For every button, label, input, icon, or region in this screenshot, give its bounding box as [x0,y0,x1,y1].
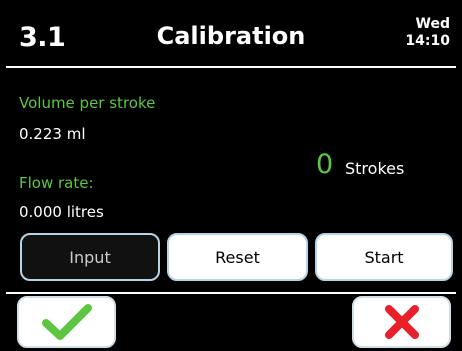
footer-divider [6,292,456,294]
reset-button[interactable]: Reset [167,233,308,281]
reset-button-label: Reset [215,247,260,267]
volume-per-stroke-label: Volume per stroke [19,94,156,112]
input-button[interactable]: Input [20,233,160,281]
flow-rate-label: Flow rate: [19,174,94,192]
start-button-label: Start [364,247,404,267]
cancel-button[interactable] [352,296,451,348]
header-divider [6,66,456,68]
volume-per-stroke-value: 0.223 ml [19,125,86,143]
flow-rate-value: 0.000 litres [19,203,104,221]
stroke-unit-label: Strokes [345,159,405,178]
confirm-button[interactable] [17,296,116,348]
close-icon [384,305,419,339]
input-button-label: Input [69,247,111,267]
start-button[interactable]: Start [315,233,453,281]
time-label: 14:10 [405,33,450,49]
page-title: Calibration [156,22,306,50]
stroke-count: 0 [316,149,334,180]
day-label: Wed [415,16,450,32]
check-icon [41,304,92,340]
